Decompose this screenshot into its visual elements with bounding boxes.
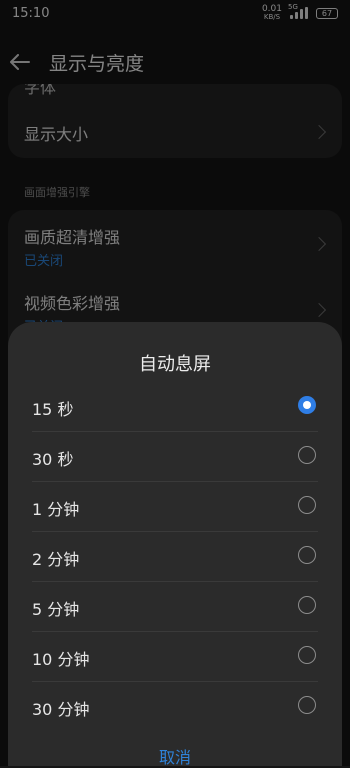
- option-label: 10 分钟: [32, 650, 90, 669]
- option-2min[interactable]: 2 分钟: [8, 532, 342, 582]
- auto-screen-off-dialog: 自动息屏 15 秒 30 秒 1 分钟 2 分钟 5 分钟 10 分钟 30 分…: [8, 322, 342, 768]
- option-label: 30 秒: [32, 450, 74, 469]
- option-label: 5 分钟: [32, 600, 80, 619]
- option-1min[interactable]: 1 分钟: [8, 482, 342, 532]
- radio-unselected-icon[interactable]: [298, 596, 316, 614]
- radio-unselected-icon[interactable]: [298, 446, 316, 464]
- cancel-button[interactable]: 取消: [8, 744, 342, 768]
- radio-selected-icon[interactable]: [298, 396, 316, 414]
- option-label: 15 秒: [32, 400, 74, 419]
- option-label: 1 分钟: [32, 500, 80, 519]
- radio-unselected-icon[interactable]: [298, 696, 316, 714]
- option-30min[interactable]: 30 分钟: [8, 682, 342, 732]
- radio-unselected-icon[interactable]: [298, 546, 316, 564]
- option-15s[interactable]: 15 秒: [8, 382, 342, 432]
- option-label: 2 分钟: [32, 550, 80, 569]
- radio-unselected-icon[interactable]: [298, 496, 316, 514]
- option-30s[interactable]: 30 秒: [8, 432, 342, 482]
- option-label: 30 分钟: [32, 700, 90, 719]
- dialog-title: 自动息屏: [139, 354, 211, 375]
- option-10min[interactable]: 10 分钟: [8, 632, 342, 682]
- radio-unselected-icon[interactable]: [298, 646, 316, 664]
- option-5min[interactable]: 5 分钟: [8, 582, 342, 632]
